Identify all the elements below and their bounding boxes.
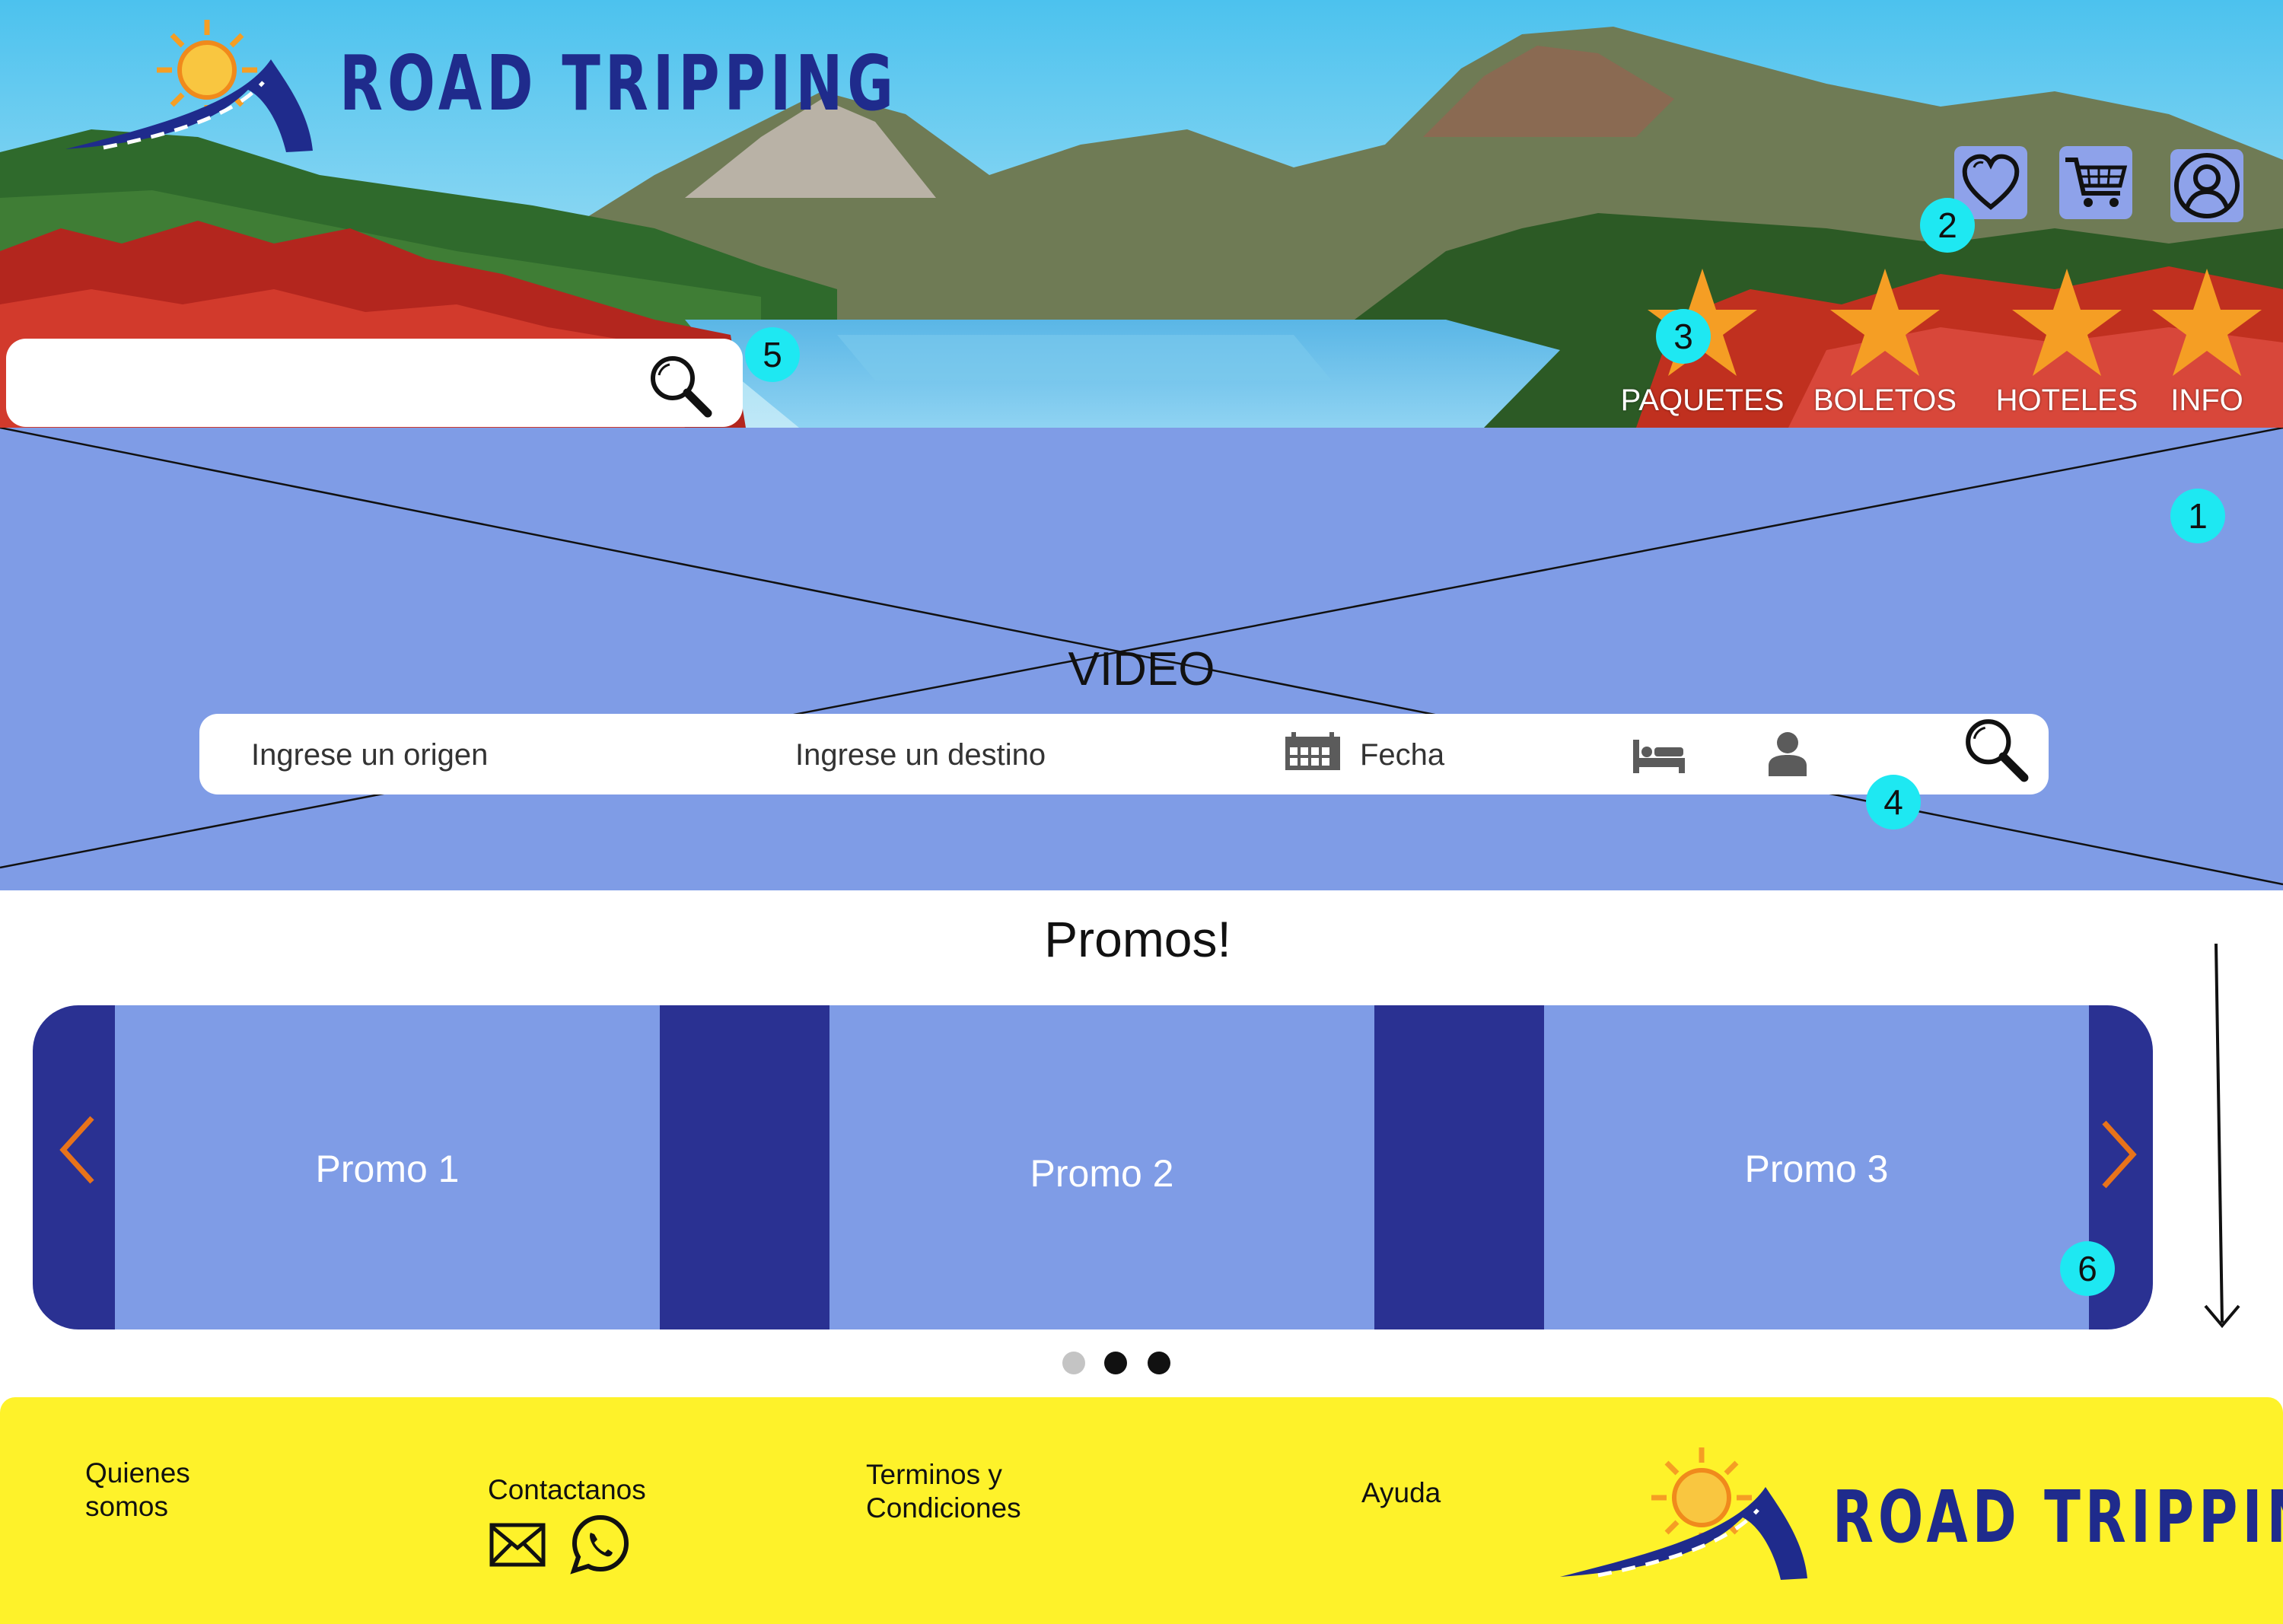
cart-icon	[2065, 158, 2128, 207]
scroll-down-arrow-icon	[2204, 943, 2240, 1329]
video-title: VIDEO	[1068, 643, 1215, 696]
nav-info-label: INFO	[2170, 384, 2243, 417]
annotation-marker-1: 1	[2170, 489, 2225, 543]
calendar-icon[interactable]	[1284, 732, 1342, 772]
promo-card-label: Promo 2	[1030, 1152, 1174, 1195]
footer-logo: ROAD TRIPPING	[1552, 1441, 2283, 1594]
whatsapp-icon[interactable]	[569, 1513, 632, 1575]
promo-card-1[interactable]: Promo 1	[115, 1005, 660, 1329]
nav-paquetes-label: PAQUETES	[1620, 384, 1785, 417]
carousel-prev-arrow-icon[interactable]	[56, 1112, 101, 1188]
promo-card-3[interactable]: Promo 3	[1544, 1005, 2089, 1329]
star-icon	[2012, 269, 2122, 376]
star-icon	[2152, 269, 2262, 376]
sun-road-logo-icon	[65, 20, 313, 152]
top-search-input[interactable]	[29, 361, 641, 406]
cart-button[interactable]	[2059, 146, 2132, 219]
mail-icon[interactable]	[489, 1522, 546, 1568]
person-icon[interactable]	[1767, 731, 1808, 776]
footer-link-contactanos[interactable]: Contactanos	[488, 1473, 646, 1507]
sun-road-logo-icon	[1560, 1447, 1807, 1580]
annotation-marker-5: 5	[745, 327, 800, 382]
footer-link-ayuda[interactable]: Ayuda	[1361, 1476, 1441, 1510]
annotation-marker-3: 3	[1656, 309, 1711, 364]
hero-banner: ROAD TRIPPING PAQUETES BOLETOS HOTELES I…	[0, 0, 2283, 428]
trip-search-bar: Ingrese un origen Ingrese un destino Fec…	[199, 714, 2049, 794]
pagination-dot-2[interactable]	[1104, 1352, 1127, 1374]
destination-input[interactable]: Ingrese un destino	[795, 738, 1046, 772]
annotation-marker-4: 4	[1866, 775, 1921, 830]
account-button[interactable]	[2170, 149, 2243, 222]
pagination-dot-3[interactable]	[1148, 1352, 1170, 1374]
bed-icon[interactable]	[1632, 735, 1686, 775]
origin-input[interactable]: Ingrese un origen	[251, 738, 488, 772]
user-icon	[2174, 153, 2240, 218]
video-placeholder[interactable]: VIDEO Ingrese un origen Ingrese un desti…	[0, 428, 2283, 890]
footer: Quienes somos Contactanos Terminos y Con…	[0, 1397, 2283, 1624]
nav-info[interactable]: INFO	[2119, 266, 2283, 419]
nav-boletos-label: BOLETOS	[1813, 384, 1957, 417]
carousel-next-arrow-icon[interactable]	[2095, 1116, 2141, 1193]
search-icon[interactable]	[647, 352, 714, 419]
pagination-dot-1[interactable]	[1062, 1352, 1085, 1374]
promo-card-label: Promo 1	[315, 1148, 460, 1190]
annotation-marker-2: 2	[1920, 198, 1975, 253]
search-icon[interactable]	[1962, 715, 2030, 784]
nav-boletos[interactable]: BOLETOS	[1797, 266, 1973, 419]
promo-card-label: Promo 3	[1744, 1148, 1889, 1190]
top-search-bar[interactable]	[6, 339, 743, 427]
footer-link-quienes-somos[interactable]: Quienes somos	[85, 1457, 190, 1524]
promo-card-2[interactable]: Promo 2	[829, 1005, 1374, 1329]
footer-logo-text: ROAD TRIPPING	[1832, 1475, 2283, 1559]
footer-link-terminos[interactable]: Terminos y Condiciones	[866, 1458, 1021, 1525]
annotation-marker-6: 6	[2060, 1241, 2115, 1296]
logo-text: ROAD TRIPPING	[339, 40, 899, 129]
promos-title: Promos!	[1044, 911, 1231, 967]
star-icon	[1830, 269, 1940, 376]
date-field[interactable]: Fecha	[1360, 738, 1444, 772]
logo[interactable]: ROAD TRIPPING	[58, 14, 893, 158]
promo-carousel: Promo 1 Promo 2 Promo 3 6	[33, 1005, 2153, 1329]
